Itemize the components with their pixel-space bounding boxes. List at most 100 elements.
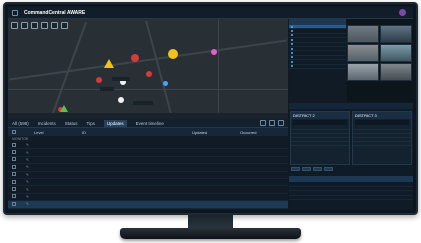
status-row[interactable] xyxy=(289,196,413,200)
table-header: Level ID Updated Occurred xyxy=(8,128,288,136)
layers-icon[interactable] xyxy=(31,22,38,29)
checkbox[interactable] xyxy=(12,187,16,192)
incident-marker-icon[interactable] xyxy=(168,49,178,59)
map-label xyxy=(112,77,130,81)
monitor-frame: CommandCentral AWARE All (598) Incidents… xyxy=(3,2,418,215)
user-menu[interactable] xyxy=(399,9,409,16)
unit-status-icon xyxy=(291,38,293,41)
table-row[interactable]: ✎ xyxy=(8,186,288,194)
table-row[interactable]: ✎ xyxy=(8,194,288,202)
edit-icon[interactable]: ✎ xyxy=(26,195,34,199)
filter-icon[interactable] xyxy=(269,120,275,126)
checkbox[interactable] xyxy=(12,142,16,147)
row-checkbox[interactable] xyxy=(12,172,26,177)
row-checkbox[interactable] xyxy=(12,187,26,192)
row-checkbox[interactable] xyxy=(12,179,26,185)
row-checkbox[interactable] xyxy=(12,157,26,162)
unit-marker-icon[interactable] xyxy=(118,97,124,103)
draw-icon[interactable] xyxy=(41,22,48,29)
edit-icon[interactable]: ✎ xyxy=(26,165,34,169)
edit-icon[interactable]: ✎ xyxy=(26,151,34,155)
table-row[interactable]: ✎ xyxy=(8,142,288,150)
camera-feed[interactable] xyxy=(347,44,379,62)
unit-marker-icon[interactable] xyxy=(96,77,102,83)
col-level[interactable]: Level xyxy=(34,130,82,135)
edit-icon[interactable]: ✎ xyxy=(26,173,34,177)
status-monitor-panel xyxy=(289,176,413,210)
tab-status[interactable]: Status xyxy=(65,121,78,126)
action-button[interactable] xyxy=(291,167,300,171)
camera-feed[interactable] xyxy=(380,63,412,81)
camera-feed[interactable] xyxy=(347,25,379,43)
zoom-in-icon[interactable] xyxy=(11,22,18,29)
row-checkbox[interactable] xyxy=(12,164,26,170)
unit-status-icon xyxy=(291,60,293,63)
tab-all[interactable]: All (598) xyxy=(12,121,29,126)
edit-icon[interactable]: ✎ xyxy=(26,143,34,147)
checkbox[interactable] xyxy=(12,201,16,206)
unit-status-icon xyxy=(291,25,293,28)
unit-marker-icon[interactable] xyxy=(146,71,152,77)
tab-tips[interactable]: Tips xyxy=(87,121,95,126)
checkbox[interactable] xyxy=(12,157,16,162)
edit-icon[interactable]: ✎ xyxy=(26,188,34,192)
map-label xyxy=(100,87,114,91)
avatar[interactable] xyxy=(399,9,406,16)
checkbox[interactable] xyxy=(12,194,16,199)
warning-marker-icon[interactable] xyxy=(104,59,114,68)
camera-feed[interactable] xyxy=(380,44,412,62)
monitor-stand-neck xyxy=(188,215,233,229)
checkbox[interactable] xyxy=(12,179,16,184)
unit-status-icon xyxy=(291,47,293,50)
unit-status-icon xyxy=(291,65,293,68)
checkbox[interactable] xyxy=(12,172,16,177)
select-all-checkbox[interactable] xyxy=(12,129,16,134)
edit-icon[interactable] xyxy=(260,120,266,126)
unit-status-icon xyxy=(291,43,293,46)
action-button[interactable] xyxy=(302,167,311,171)
col-id[interactable]: ID xyxy=(82,130,112,135)
map-label xyxy=(133,101,153,105)
alert-marker-icon[interactable] xyxy=(60,105,68,112)
tab-updates[interactable]: Updates xyxy=(103,119,127,127)
unit-status-icon xyxy=(291,30,293,33)
tab-incidents[interactable]: Incidents xyxy=(38,121,56,126)
more-icon[interactable] xyxy=(278,120,284,126)
tab-event-timeline[interactable]: Event timeline xyxy=(136,121,164,126)
row-checkbox[interactable] xyxy=(12,201,26,207)
action-button[interactable] xyxy=(324,167,333,171)
action-button[interactable] xyxy=(313,167,322,171)
camera-feed[interactable] xyxy=(347,63,379,81)
district-toolbar xyxy=(293,120,347,125)
checkbox[interactable] xyxy=(12,150,16,155)
col-occurred[interactable]: Occurred xyxy=(240,130,280,135)
unit-row[interactable] xyxy=(289,65,346,69)
incident-marker-icon[interactable] xyxy=(131,54,139,62)
district-toolbar xyxy=(355,120,409,125)
table-row[interactable]: ✎ xyxy=(8,149,288,157)
row-checkbox[interactable] xyxy=(12,142,26,148)
table-row[interactable]: ✎ xyxy=(8,201,288,209)
edit-icon[interactable]: ✎ xyxy=(26,158,34,162)
map-view[interactable] xyxy=(8,19,288,119)
refresh-icon[interactable] xyxy=(61,22,68,29)
row-checkbox[interactable] xyxy=(12,194,26,199)
table-row[interactable]: ✎ xyxy=(8,179,288,187)
district-row[interactable] xyxy=(353,142,411,146)
edit-icon[interactable]: ✎ xyxy=(26,180,34,184)
table-row[interactable]: ✎ xyxy=(8,172,288,179)
table-row[interactable]: ✎ xyxy=(8,164,288,172)
checkbox[interactable] xyxy=(12,164,16,169)
district-row[interactable] xyxy=(291,142,349,146)
unit-marker-icon[interactable] xyxy=(211,49,217,55)
col-updated[interactable]: Updated xyxy=(192,130,240,135)
unit-marker-icon[interactable] xyxy=(163,81,168,86)
camera-feed[interactable] xyxy=(380,25,412,43)
zoom-out-icon[interactable] xyxy=(21,22,28,29)
monitor-stand-base xyxy=(120,228,301,239)
ruler-icon[interactable] xyxy=(51,22,58,29)
district-card: DISTRICT 2 xyxy=(290,111,350,165)
edit-icon[interactable]: ✎ xyxy=(26,202,34,206)
table-row[interactable]: ✎ xyxy=(8,157,288,165)
row-checkbox[interactable] xyxy=(12,150,26,155)
